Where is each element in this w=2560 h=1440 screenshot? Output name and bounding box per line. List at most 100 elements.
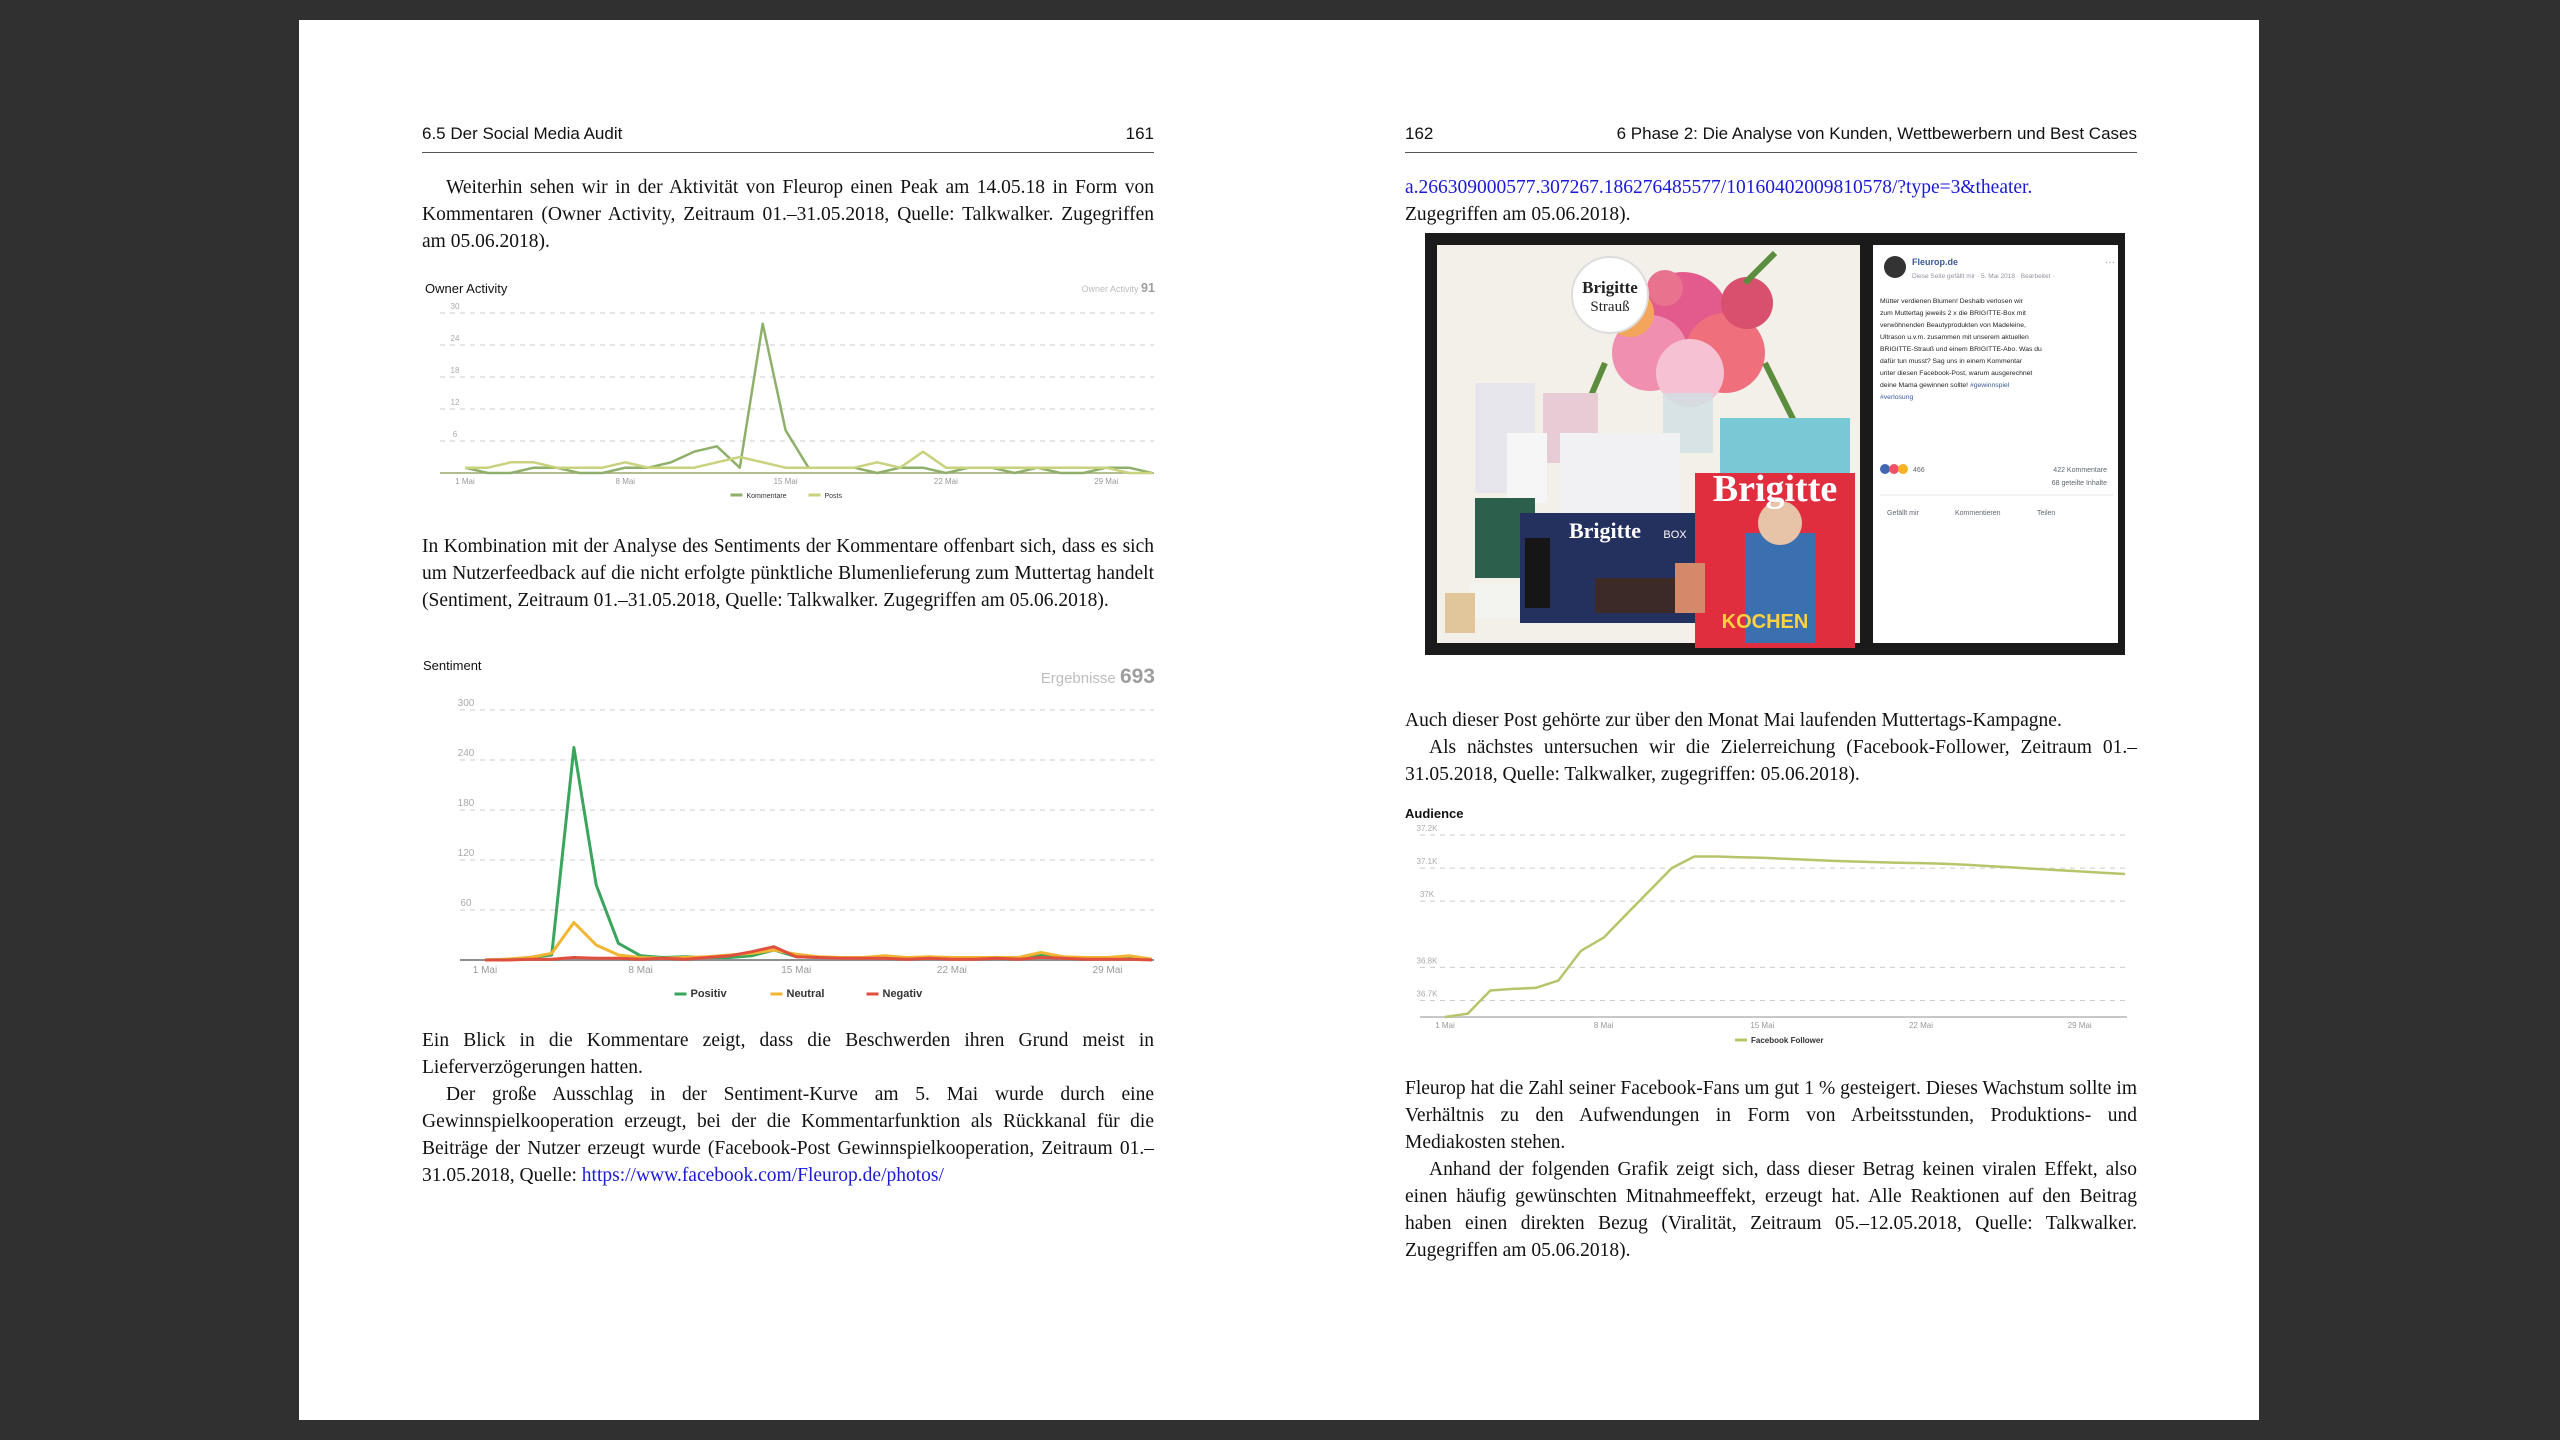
x-tick-label: 1 Mai	[473, 965, 497, 976]
facebook-post-image: Brigitte Strauß Brigitte KOCHEN Brigitte…	[1425, 233, 2125, 655]
reaction-count[interactable]: 466	[1913, 467, 1925, 474]
post-text-word: dafür	[1880, 358, 1896, 365]
like-reaction-icon	[1880, 464, 1890, 474]
x-tick-label: 8 Mai	[616, 477, 636, 486]
page-number: 162	[1405, 124, 1434, 143]
post-text-word: Blumen!	[1931, 298, 1958, 305]
paragraph: Anhand der folgenden Grafik zeigt sich, …	[1405, 1159, 2137, 1261]
post-text-word: Was	[2017, 346, 2033, 353]
sentiment-chart: Ergebnisse 693 60 120 180 240 300 1 Mai 8 Mai 15…	[458, 665, 1155, 1000]
page-number: 161	[1125, 124, 1154, 143]
paragraph-text: Zugegriffen am 05.06.2018).	[1405, 204, 1631, 225]
audience-chart: 36.7K 36.8K 37K 37.1K 37.2K 1 Mai 8 Mai 15 Mai 2…	[1417, 824, 2127, 1045]
right-page: 162 6 Phase 2: Die Analyse von Kunden, W…	[1279, 20, 2259, 1420]
y-tick-label: 6	[453, 430, 458, 439]
y-tick-label: 240	[458, 748, 475, 759]
y-tick-label: 180	[458, 798, 475, 809]
paragraph: Weiterhin sehen wir in der Aktivität von…	[422, 177, 1154, 252]
post-text-word: BRIGITTE-Strauß	[1880, 346, 1934, 353]
post-text-word: mit	[1960, 334, 1971, 341]
share-button[interactable]: Teilen	[2037, 510, 2055, 517]
y-tick-label: 36.7K	[1417, 989, 1439, 998]
post-text-word: Sag	[1931, 358, 1945, 365]
page-name[interactable]: Fleurop.de	[1912, 257, 1958, 267]
y-tick-label: 37K	[1420, 890, 1435, 899]
paragraph: In Kombination mit der Analyse des Senti…	[422, 536, 1154, 611]
brigitte-badge-line1: Brigitte	[1582, 278, 1638, 297]
post-text-word: einem	[1947, 346, 1968, 353]
post-text-line: Ultrason u.v.m. zusammen mit unserem akt…	[1880, 334, 2029, 341]
comment-button[interactable]: Kommentieren	[1955, 510, 2001, 517]
post-photo: Brigitte Strauß Brigitte KOCHEN Brigitte…	[1437, 245, 2118, 648]
post-text-line: zum Muttertag jeweils 2 x die BRIGITTE-B…	[1880, 310, 2026, 317]
post-text-word: Ultrason	[1880, 334, 1906, 341]
post-text-word: wir	[2012, 298, 2023, 305]
facebook-link-continued[interactable]: a.266309000577.307267.186276485577/10160…	[1405, 177, 2032, 198]
x-tick-label: 8 Mai	[628, 965, 652, 976]
x-tick-label: 8 Mai	[1594, 1021, 1614, 1030]
post-text-word: warum	[1967, 370, 1990, 377]
post-text-word: von	[1978, 322, 1991, 329]
post-text-word: BRIGITTE-Box	[1968, 310, 2016, 317]
legend-label[interactable]: Positiv	[691, 988, 728, 1000]
post-text-word[interactable]: #gewinnspiel	[1968, 382, 2010, 389]
more-icon[interactable]: ···	[2105, 257, 2115, 268]
box-subtitle: BOX	[1663, 529, 1687, 541]
section-title: 6.5 Der Social Media Audit	[422, 124, 623, 143]
legend-label[interactable]: Posts	[825, 493, 843, 500]
y-tick-label: 37.1K	[1417, 857, 1439, 866]
post-text-line: #verlosung	[1880, 394, 1913, 401]
post-text-word: Madeleine,	[1991, 322, 2026, 329]
chart-header-label: Owner Activity	[1081, 284, 1141, 294]
chart-header-stat: Ergebnisse 693	[1041, 665, 1155, 688]
post-meta: Diese Seite gefällt mir · 5. Mai 2018 · …	[1912, 273, 2054, 280]
post-text-word: einem	[1965, 358, 1986, 365]
legend-label[interactable]: Neutral	[787, 988, 825, 1000]
legend-label[interactable]: Kommentare	[747, 493, 787, 500]
love-reaction-icon	[1889, 464, 1899, 474]
post-text-word: unter	[1880, 370, 1896, 377]
paragraph: a.266309000577.307267.186276485577/10160…	[1405, 174, 2137, 228]
x-tick-label: 15 Mai	[774, 477, 798, 486]
x-tick-label: 22 Mai	[934, 477, 958, 486]
legend-label[interactable]: Facebook Follower	[1751, 1036, 1823, 1045]
post-text-word: u.v.m.	[1905, 334, 1925, 341]
section-title: 6 Phase 2: Die Analyse von Kunden, Wettb…	[1616, 124, 2137, 143]
post-text-word: Deshalb	[1958, 298, 1985, 305]
x-tick-label: 1 Mai	[1435, 1021, 1455, 1030]
post-text-word: sollte!	[1948, 382, 1968, 389]
post-text-word: zum	[1880, 310, 1893, 317]
post-text-word[interactable]: #verlosung	[1880, 394, 1913, 401]
y-tick-label: 120	[458, 848, 475, 859]
share-count[interactable]: 68 geteilte Inhalte	[2052, 480, 2107, 487]
post-text-word: die	[1957, 310, 1968, 317]
post-text-word: aktuellen	[2000, 334, 2029, 341]
comment-count[interactable]: 422 Kommentare	[2053, 467, 2107, 474]
facebook-link[interactable]: https://www.facebook.com/Fleurop.de/phot…	[582, 1165, 944, 1186]
wow-reaction-icon	[1898, 464, 1908, 474]
y-tick-label: 30	[451, 302, 460, 311]
book-spread: 6.5 Der Social Media Audit 161 Weiterhin…	[299, 20, 2259, 1420]
post-text-line: deine Mama gewinnen sollte! #gewinnspiel	[1880, 382, 2010, 389]
post-text-word: Beautyprodukten	[1925, 322, 1978, 329]
paragraph: Ein Blick in die Kommentare zeigt, dass …	[422, 1030, 1154, 1078]
brigitte-badge-line2: Strauß	[1590, 299, 1629, 315]
y-tick-label: 37.2K	[1417, 824, 1439, 833]
magazine-title: Brigitte	[1713, 468, 1838, 510]
series-line-neutral	[484, 921, 1153, 962]
post-text-line: verwöhnenden Beautyprodukten von Madelei…	[1880, 322, 2026, 329]
like-button[interactable]: Gefällt mir	[1887, 510, 1920, 517]
post-text-word: Muttertag	[1893, 310, 1924, 317]
x-tick-label: 29 Mai	[1093, 965, 1123, 976]
post-text-word: verwöhnenden	[1880, 322, 1925, 329]
x-tick-label: 29 Mai	[2068, 1021, 2092, 1030]
post-text-word: mit	[2015, 310, 2026, 317]
x-tick-label: 1 Mai	[455, 477, 475, 486]
post-text-line: unter diesen Facebook-Post, warum ausger…	[1880, 370, 2032, 377]
post-text-word: uns	[1945, 358, 1958, 365]
x-tick-label: 22 Mai	[1909, 1021, 1933, 1030]
legend-label[interactable]: Negativ	[883, 988, 924, 1000]
y-tick-label: 36.8K	[1417, 956, 1439, 965]
magazine-cover-text: KOCHEN	[1722, 611, 1809, 633]
chart-header-value: 693	[1120, 665, 1155, 688]
